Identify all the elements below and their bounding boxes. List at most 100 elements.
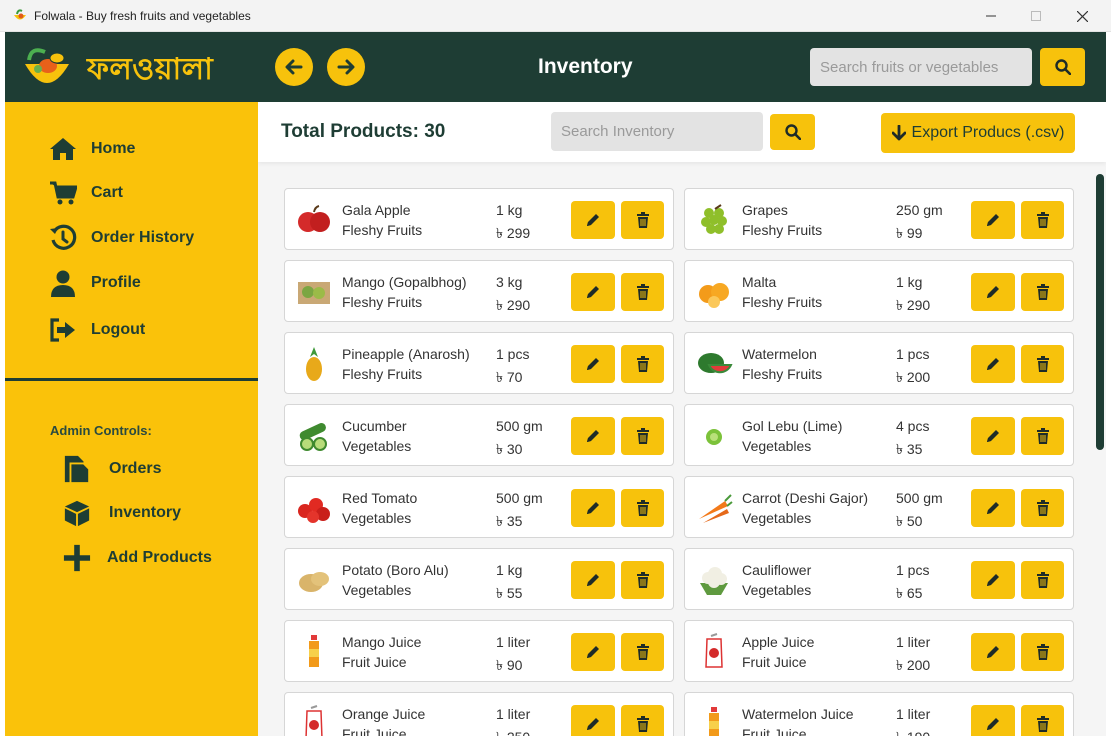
back-button[interactable]	[275, 48, 313, 86]
edit-product-button[interactable]	[971, 201, 1015, 239]
page-title: Inventory	[538, 55, 633, 78]
search-icon	[1054, 59, 1071, 75]
pencil-icon	[587, 214, 599, 226]
sidebar-item-order-history[interactable]: Order History	[49, 224, 194, 252]
product-category: Fruit Juice	[742, 654, 807, 670]
delete-product-button[interactable]	[621, 561, 664, 599]
delete-product-button[interactable]	[621, 489, 664, 527]
product-quantity: 1 kg	[496, 562, 523, 578]
pencil-icon	[587, 718, 599, 730]
close-icon	[1076, 10, 1088, 22]
edit-product-button[interactable]	[571, 273, 615, 311]
product-name: Gol Lebu (Lime)	[742, 418, 843, 434]
edit-product-button[interactable]	[971, 633, 1015, 671]
sidebar-item-logout[interactable]: Logout	[49, 316, 145, 344]
delete-product-button[interactable]	[621, 633, 664, 671]
logout-icon	[49, 316, 77, 344]
trash-icon	[1036, 212, 1049, 228]
product-name: Watermelon Juice	[742, 706, 854, 722]
sidebar-item-orders[interactable]: Orders	[63, 455, 161, 484]
plus-icon	[63, 544, 91, 572]
product-card: Watermelon Fleshy Fruits 1 pcs ৳ 200	[684, 332, 1074, 394]
delete-product-button[interactable]	[621, 201, 664, 239]
edit-product-button[interactable]	[571, 345, 615, 383]
sidebar-item-label: Add Products	[107, 549, 212, 566]
scrollbar[interactable]	[1096, 174, 1104, 450]
delete-product-button[interactable]	[1021, 345, 1064, 383]
product-quantity: 1 kg	[496, 202, 523, 218]
forward-button[interactable]	[327, 48, 365, 86]
brand-wordmark: ফলওয়ালা	[87, 52, 214, 87]
product-search-input[interactable]	[810, 48, 1032, 86]
trash-icon	[636, 284, 649, 300]
product-card: Malta Fleshy Fruits 1 kg ৳ 290	[684, 260, 1074, 322]
product-quantity: 1 pcs	[896, 562, 930, 578]
cucumber-icon	[295, 417, 333, 455]
edit-product-button[interactable]	[571, 201, 615, 239]
delete-product-button[interactable]	[1021, 417, 1064, 455]
orange-icon	[695, 273, 733, 311]
edit-product-button[interactable]	[971, 417, 1015, 455]
delete-product-button[interactable]	[621, 705, 664, 736]
product-category: Vegetables	[742, 510, 812, 526]
delete-product-button[interactable]	[621, 273, 664, 311]
sidebar-item-profile[interactable]: Profile	[49, 269, 141, 297]
edit-product-button[interactable]	[571, 561, 615, 599]
juice-bottle-icon	[295, 633, 333, 671]
pencil-icon	[587, 286, 599, 298]
app-header: ফলওয়ালা Inventory	[5, 32, 1106, 102]
product-price: ৳ 99	[896, 225, 923, 241]
close-button[interactable]	[1059, 0, 1105, 32]
edit-product-button[interactable]	[571, 633, 615, 671]
edit-product-button[interactable]	[971, 705, 1015, 736]
edit-product-button[interactable]	[571, 705, 615, 736]
sidebar-item-home[interactable]: Home	[49, 135, 135, 163]
product-name: Cucumber	[342, 418, 407, 434]
product-card: Carrot (Deshi Gajor) Vegetables 500 gm ৳ 50	[684, 476, 1074, 538]
sidebar-item-inventory[interactable]: Inventory	[63, 499, 181, 527]
sidebar-item-label: Cart	[91, 184, 124, 201]
product-card: Cauliflower Vegetables 1 pcs ৳ 65	[684, 548, 1074, 610]
delete-product-button[interactable]	[1021, 633, 1064, 671]
product-price: ৳ 90	[496, 657, 523, 673]
edit-product-button[interactable]	[971, 345, 1015, 383]
juice-box-icon	[695, 633, 733, 671]
product-search-button[interactable]	[1040, 48, 1085, 86]
product-name: Red Tomato	[342, 490, 418, 506]
product-category: Fruit Juice	[342, 654, 407, 670]
maximize-button[interactable]	[1013, 0, 1059, 32]
product-card: Orange Juice Fruit Juice 1 liter ৳ 250	[284, 692, 674, 736]
trash-icon	[636, 500, 649, 516]
product-name: Malta	[742, 274, 777, 290]
delete-product-button[interactable]	[1021, 273, 1064, 311]
edit-product-button[interactable]	[971, 273, 1015, 311]
pencil-icon	[587, 646, 599, 658]
sidebar-item-add-products[interactable]: Add Products	[63, 544, 212, 572]
inventory-toolbar: Total Products: 30 Export Producs (.csv)	[258, 102, 1106, 162]
delete-product-button[interactable]	[621, 345, 664, 383]
orders-icon	[63, 455, 91, 484]
inventory-search-input[interactable]	[551, 112, 763, 151]
sidebar-item-label: Profile	[91, 274, 141, 291]
arrow-right-icon	[337, 59, 355, 75]
inventory-search-button[interactable]	[770, 114, 815, 150]
delete-product-button[interactable]	[1021, 489, 1064, 527]
delete-product-button[interactable]	[621, 417, 664, 455]
product-quantity: 1 pcs	[896, 346, 930, 362]
edit-product-button[interactable]	[971, 561, 1015, 599]
minimize-button[interactable]	[968, 0, 1014, 32]
product-quantity: 3 kg	[496, 274, 523, 290]
edit-product-button[interactable]	[571, 417, 615, 455]
lime-icon	[695, 417, 733, 455]
edit-product-button[interactable]	[971, 489, 1015, 527]
export-csv-button[interactable]: Export Producs (.csv)	[881, 113, 1075, 153]
delete-product-button[interactable]	[1021, 561, 1064, 599]
product-name: Gala Apple	[342, 202, 411, 218]
pencil-icon	[587, 358, 599, 370]
edit-product-button[interactable]	[571, 489, 615, 527]
product-category: Vegetables	[742, 582, 812, 598]
window-title: Folwala - Buy fresh fruits and vegetable…	[34, 9, 251, 23]
delete-product-button[interactable]	[1021, 201, 1064, 239]
delete-product-button[interactable]	[1021, 705, 1064, 736]
sidebar-item-cart[interactable]: Cart	[49, 179, 123, 207]
